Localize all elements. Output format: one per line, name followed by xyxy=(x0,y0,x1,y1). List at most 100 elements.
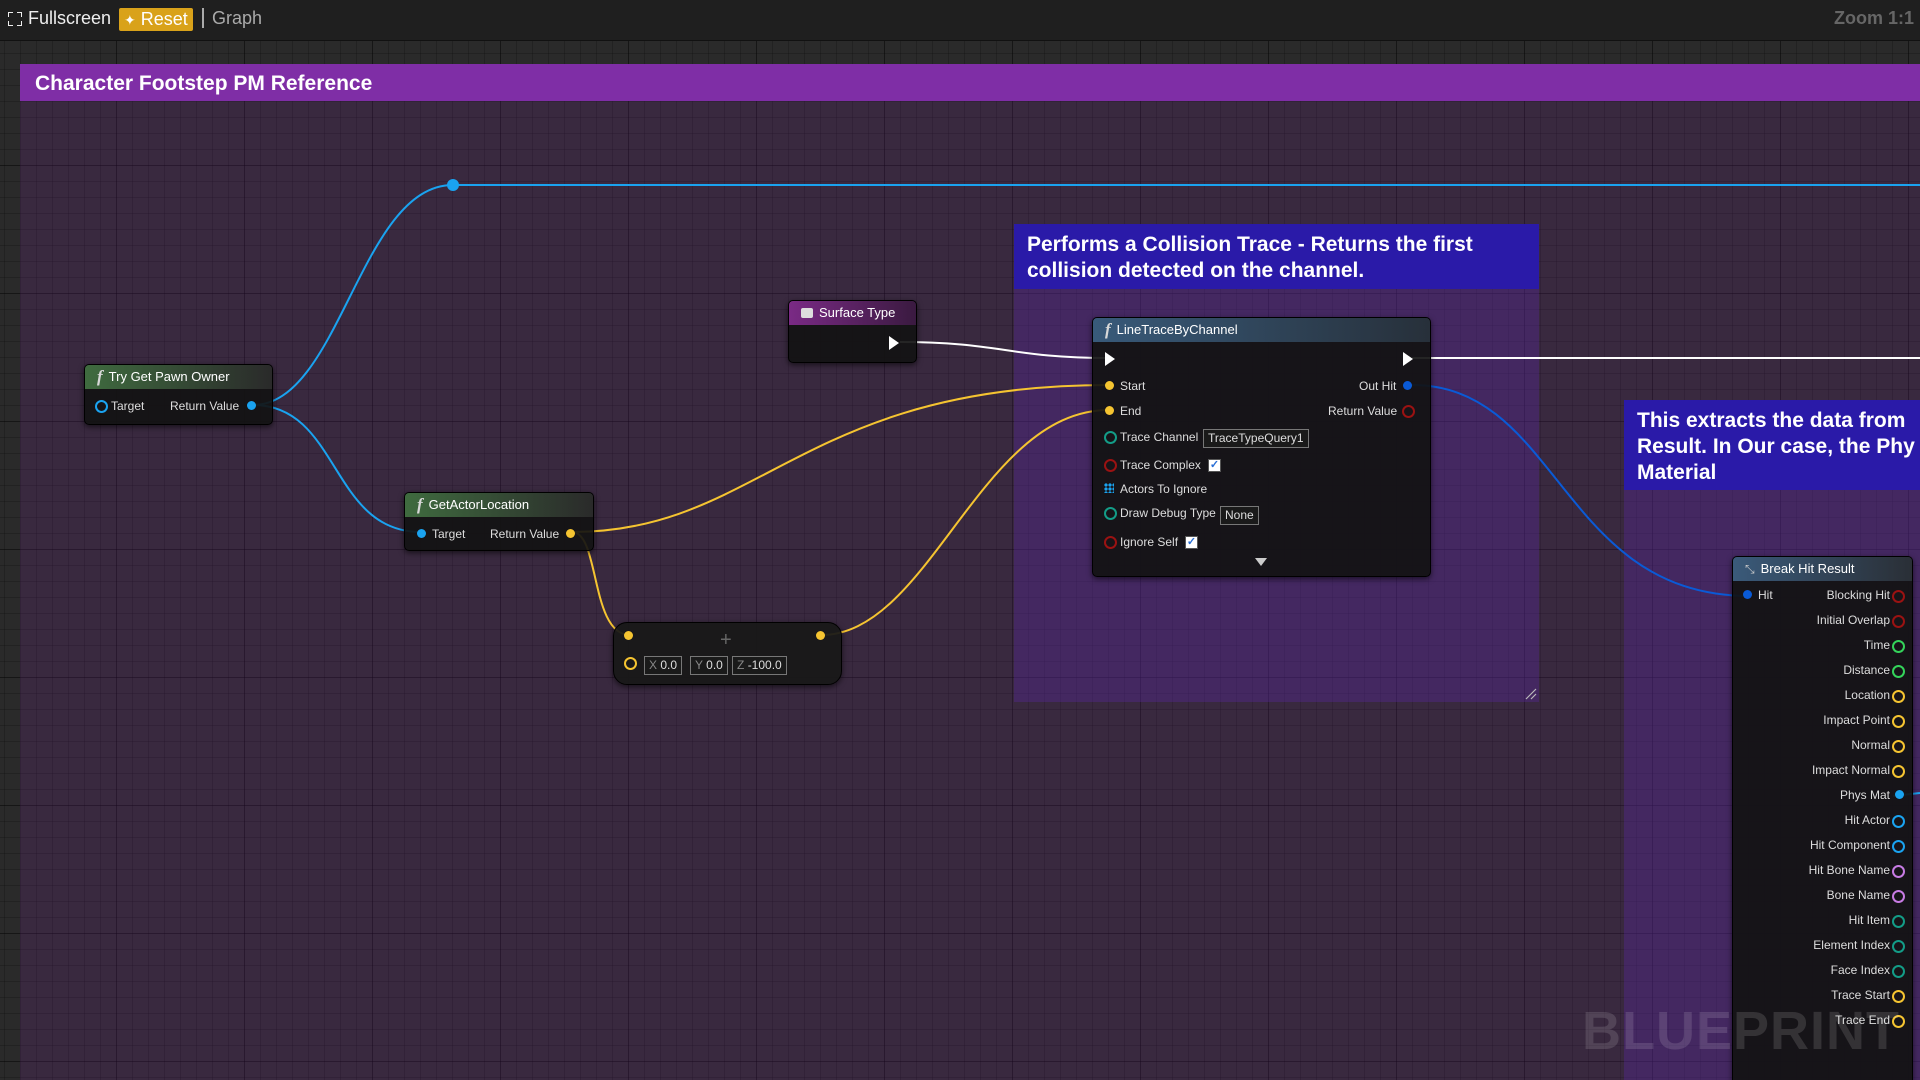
trace-channel-pin[interactable] xyxy=(1104,431,1117,444)
hit-pin[interactable] xyxy=(1743,590,1752,599)
break-output-pin[interactable] xyxy=(1895,790,1904,799)
add-icon: + xyxy=(720,629,732,651)
break-output-pin[interactable] xyxy=(1892,840,1905,853)
break-output-pin[interactable] xyxy=(1892,615,1905,628)
x-value: 0.0 xyxy=(660,658,678,672)
out-hit-pin[interactable] xyxy=(1403,381,1412,390)
break-output-label: Location xyxy=(1844,688,1890,702)
node-surface-type[interactable]: Surface Type xyxy=(788,300,917,363)
x-label: X xyxy=(649,658,658,672)
pin-label: Start xyxy=(1120,379,1146,393)
node-header[interactable]: f GetActorLocation xyxy=(405,493,593,517)
break-struct-icon: ⤡ xyxy=(1745,562,1755,576)
expand-arrow-icon[interactable] xyxy=(1255,558,1267,566)
y-field[interactable]: Y 0.0 xyxy=(690,656,728,675)
break-output-pin[interactable] xyxy=(1892,815,1905,828)
trace-complex-pin[interactable] xyxy=(1104,459,1117,472)
break-output-label: Element Index xyxy=(1813,938,1890,952)
graph-tab[interactable]: Graph xyxy=(212,8,262,29)
blueprint-watermark: BLUEPRINT xyxy=(1582,1001,1900,1061)
function-icon: f xyxy=(1105,320,1111,339)
break-output-label: Hit Bone Name xyxy=(1808,863,1890,877)
exec-in-pin[interactable] xyxy=(1105,352,1115,366)
reset-icon: ✦ xyxy=(124,12,136,28)
node-try-get-pawn-owner[interactable]: f Try Get Pawn Owner Target Return Value xyxy=(84,364,273,425)
break-output-pin[interactable] xyxy=(1892,590,1905,603)
break-output-label: Bone Name xyxy=(1826,888,1890,902)
target-pin[interactable] xyxy=(417,529,426,538)
target-pin[interactable] xyxy=(95,400,108,413)
end-pin[interactable] xyxy=(1105,406,1114,415)
reset-label: Reset xyxy=(140,9,188,29)
z-label: Z xyxy=(737,658,745,672)
z-field[interactable]: Z -100.0 xyxy=(732,656,787,675)
pin-label: Return Value xyxy=(170,399,240,413)
pin-label: Target xyxy=(432,527,466,541)
vector-out-pin[interactable] xyxy=(816,631,825,640)
node-header[interactable]: f Try Get Pawn Owner xyxy=(85,365,272,389)
break-output-label: Impact Normal xyxy=(1811,763,1890,777)
draw-debug-pin[interactable] xyxy=(1104,507,1117,520)
pin-label: Return Value xyxy=(1328,404,1398,418)
ignore-self-checkbox[interactable]: ✓ xyxy=(1185,536,1198,549)
return-value-pin[interactable] xyxy=(1402,405,1415,418)
y-value: 0.0 xyxy=(706,658,723,672)
reset-button[interactable]: ✦ Reset xyxy=(119,8,193,31)
event-icon xyxy=(801,308,813,318)
start-pin[interactable] xyxy=(1105,381,1114,390)
break-output-pin[interactable] xyxy=(1892,890,1905,903)
break-output-pin[interactable] xyxy=(1892,690,1905,703)
break-output-label: Blocking Hit xyxy=(1826,588,1890,602)
pin-label: Actors To Ignore xyxy=(1120,482,1208,496)
node-line-trace-by-channel[interactable]: f LineTraceByChannel Start Out Hit End R… xyxy=(1092,317,1431,577)
fullscreen-icon xyxy=(8,11,22,26)
break-output-pin[interactable] xyxy=(1892,915,1905,928)
node-title: GetActorLocation xyxy=(428,497,530,512)
y-label: Y xyxy=(695,658,703,672)
x-field[interactable]: X 0.0 xyxy=(644,656,683,675)
zoom-level: Zoom 1:1 xyxy=(1833,8,1914,28)
break-output-pin[interactable] xyxy=(1892,865,1905,878)
array-icon xyxy=(1104,483,1114,493)
function-icon: f xyxy=(97,367,103,386)
break-output-pin[interactable] xyxy=(1892,715,1905,728)
break-output-pin[interactable] xyxy=(1892,640,1905,653)
node-make-vector[interactable]: + X 0.0 Y 0.0 Z -100.0 xyxy=(613,622,842,685)
node-header[interactable]: f LineTraceByChannel xyxy=(1093,318,1430,342)
return-value-pin[interactable] xyxy=(566,529,575,538)
node-get-actor-location[interactable]: f GetActorLocation Target Return Value xyxy=(404,492,594,551)
wire-vector xyxy=(571,384,1110,533)
node-title: LineTraceByChannel xyxy=(1116,322,1238,337)
exec-out-pin[interactable] xyxy=(889,336,899,350)
exec-out-pin[interactable] xyxy=(1403,352,1413,366)
break-output-pin[interactable] xyxy=(1892,665,1905,678)
ignore-self-pin[interactable] xyxy=(1104,536,1117,549)
node-header[interactable]: Surface Type xyxy=(789,301,916,325)
wire-layer xyxy=(252,179,1920,797)
pin-label: Return Value xyxy=(490,527,560,541)
wire-struct xyxy=(1411,384,1751,597)
graph-canvas[interactable]: Character Footstep PM Reference Performs… xyxy=(0,41,1920,1080)
node-header[interactable]: ⤡ Break Hit Result xyxy=(1733,557,1912,581)
break-output-pin[interactable] xyxy=(1892,740,1905,753)
pin-label: Draw Debug Type xyxy=(1120,506,1216,520)
vector-b-pin[interactable] xyxy=(624,657,637,670)
break-output-pin[interactable] xyxy=(1892,940,1905,953)
function-icon: f xyxy=(417,495,423,514)
break-output-pin[interactable] xyxy=(1892,965,1905,978)
break-output-pin[interactable] xyxy=(1892,765,1905,778)
vector-in-pin[interactable] xyxy=(624,631,633,640)
break-output-label: Face Index xyxy=(1830,963,1890,977)
fullscreen-button[interactable]: Fullscreen xyxy=(8,8,111,29)
trace-channel-dropdown[interactable]: TraceTypeQuery1 xyxy=(1203,429,1309,448)
pin-label: Ignore Self xyxy=(1120,535,1179,549)
break-output-label: Hit Item xyxy=(1848,913,1890,927)
draw-debug-dropdown[interactable]: None xyxy=(1220,506,1259,525)
break-output-label: Initial Overlap xyxy=(1816,613,1890,627)
return-value-pin[interactable] xyxy=(247,401,256,410)
node-title: Break Hit Result xyxy=(1760,561,1855,576)
pin-label: Trace Channel xyxy=(1120,430,1199,444)
trace-complex-checkbox[interactable]: ✓ xyxy=(1208,459,1221,472)
break-output-label: Distance xyxy=(1843,663,1890,677)
reroute-node xyxy=(447,179,459,191)
